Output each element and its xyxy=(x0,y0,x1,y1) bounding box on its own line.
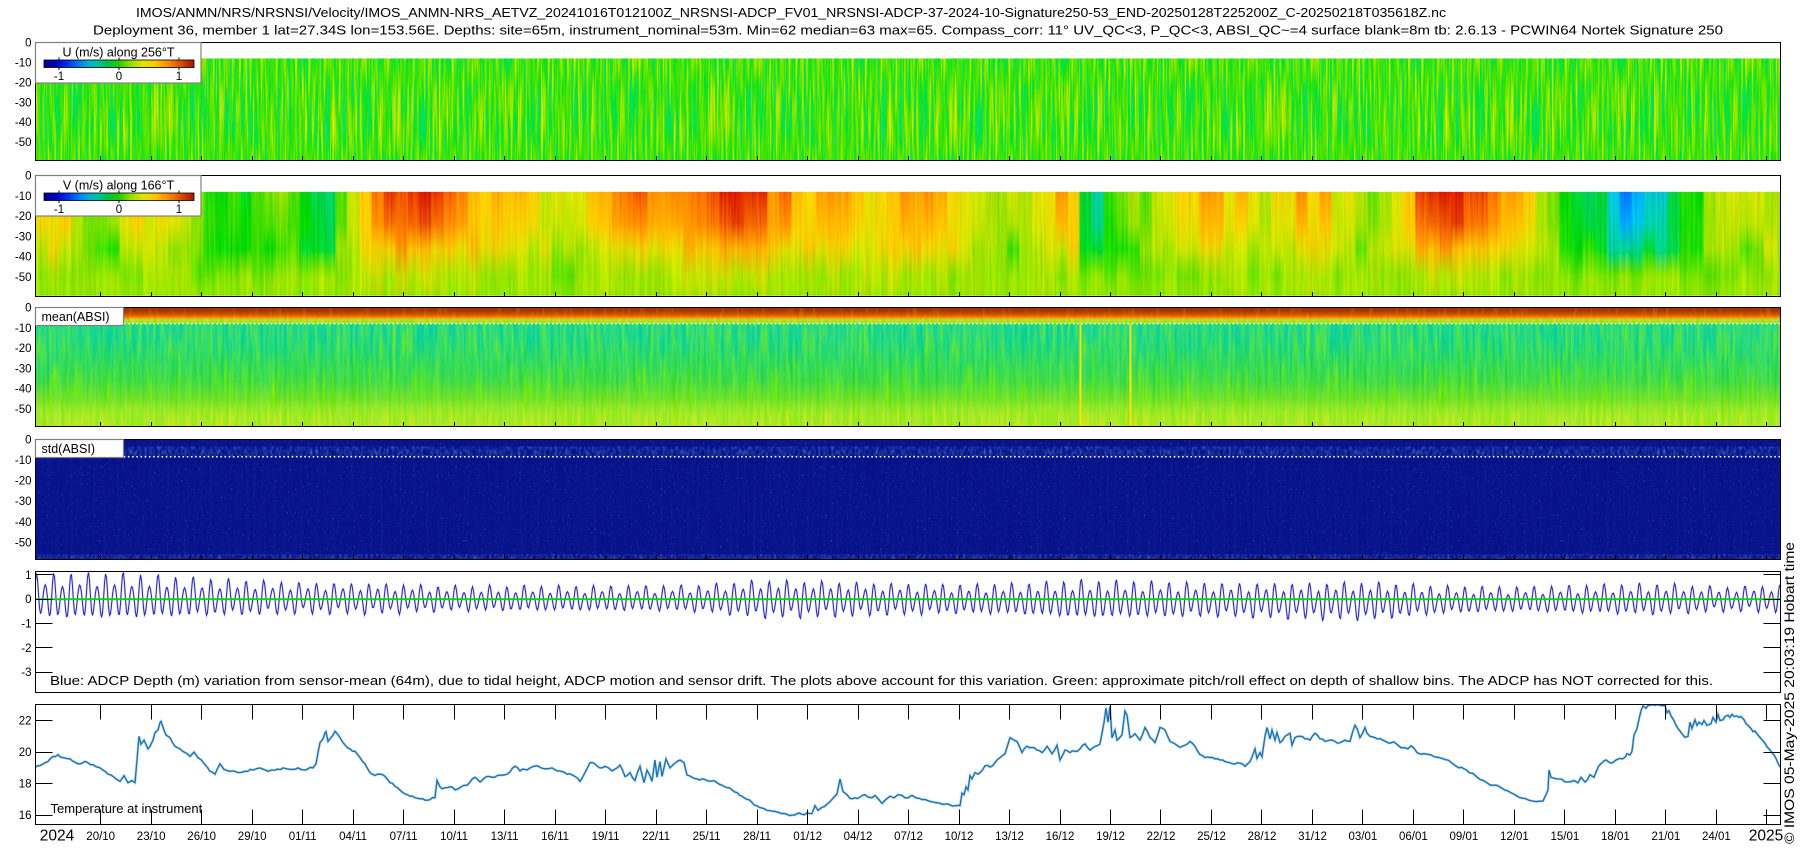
svg-text:04/11: 04/11 xyxy=(339,831,367,843)
svg-text:19/11: 19/11 xyxy=(592,831,620,843)
svg-text:01/11: 01/11 xyxy=(289,831,317,843)
svg-text:0: 0 xyxy=(116,204,122,216)
svg-text:-40: -40 xyxy=(15,517,32,529)
svg-text:-10: -10 xyxy=(15,455,32,467)
svg-text:1: 1 xyxy=(176,71,182,83)
svg-text:-1: -1 xyxy=(21,619,31,631)
svg-text:Deployment 36, member 1 lat=27: Deployment 36, member 1 lat=27.34S lon=1… xyxy=(93,23,1723,38)
svg-text:-50: -50 xyxy=(15,137,32,149)
svg-text:23/10: 23/10 xyxy=(137,831,166,843)
svg-text:-20: -20 xyxy=(15,211,32,223)
svg-text:15/01: 15/01 xyxy=(1551,831,1580,843)
svg-text:mean(ABSI): mean(ABSI) xyxy=(42,310,110,324)
svg-text:-1: -1 xyxy=(54,71,64,83)
svg-text:19/12: 19/12 xyxy=(1096,831,1125,843)
svg-text:std(ABSI): std(ABSI) xyxy=(42,442,96,456)
svg-text:13/11: 13/11 xyxy=(491,831,519,843)
svg-text:0: 0 xyxy=(25,303,31,315)
svg-text:0: 0 xyxy=(25,435,31,447)
svg-text:2024: 2024 xyxy=(40,828,75,845)
svg-text:10/11: 10/11 xyxy=(440,831,468,843)
svg-text:-10: -10 xyxy=(15,57,32,69)
svg-text:0: 0 xyxy=(116,71,122,83)
svg-text:29/10: 29/10 xyxy=(238,831,267,843)
svg-text:-40: -40 xyxy=(15,117,32,129)
svg-text:-20: -20 xyxy=(15,343,32,355)
svg-text:-3: -3 xyxy=(21,667,31,679)
svg-text:0: 0 xyxy=(25,38,31,50)
svg-text:1: 1 xyxy=(176,204,182,216)
svg-text:18/01: 18/01 xyxy=(1601,831,1630,843)
svg-text:16/12: 16/12 xyxy=(1046,831,1075,843)
svg-text:Blue: ADCP Depth (m) variation: Blue: ADCP Depth (m) variation from sens… xyxy=(50,673,1713,688)
svg-text:-30: -30 xyxy=(15,363,32,375)
svg-text:06/01: 06/01 xyxy=(1399,831,1428,843)
svg-text:-10: -10 xyxy=(15,323,32,335)
svg-text:-50: -50 xyxy=(15,537,32,549)
svg-text:31/12: 31/12 xyxy=(1298,831,1327,843)
svg-text:26/10: 26/10 xyxy=(187,831,216,843)
svg-text:22: 22 xyxy=(19,716,32,728)
svg-text:2025: 2025 xyxy=(1749,828,1783,845)
svg-text:28/12: 28/12 xyxy=(1248,831,1277,843)
svg-text:-40: -40 xyxy=(15,384,32,396)
svg-text:01/12: 01/12 xyxy=(793,831,822,843)
svg-text:20/10: 20/10 xyxy=(86,831,115,843)
svg-text:25/12: 25/12 xyxy=(1197,831,1226,843)
svg-text:22/12: 22/12 xyxy=(1147,831,1176,843)
svg-text:09/01: 09/01 xyxy=(1450,831,1479,843)
svg-text:-1: -1 xyxy=(54,204,64,216)
svg-text:07/12: 07/12 xyxy=(894,831,923,843)
svg-text:10/12: 10/12 xyxy=(945,831,974,843)
svg-text:03/01: 03/01 xyxy=(1349,831,1378,843)
svg-text:-40: -40 xyxy=(15,252,32,264)
svg-text:25/11: 25/11 xyxy=(693,831,721,843)
svg-text:12/01: 12/01 xyxy=(1500,831,1529,843)
svg-text:-50: -50 xyxy=(15,404,32,416)
svg-text:© IMOS 05-May-2025 20:03:19 Ho: © IMOS 05-May-2025 20:03:19 Hobart time xyxy=(1782,542,1797,844)
svg-text:V (m/s) along 166°T: V (m/s) along 166°T xyxy=(63,179,175,193)
svg-text:-2: -2 xyxy=(21,643,31,655)
svg-text:-20: -20 xyxy=(15,77,32,89)
svg-text:0: 0 xyxy=(25,594,31,606)
svg-text:21/01: 21/01 xyxy=(1652,831,1681,843)
svg-text:1: 1 xyxy=(25,570,31,582)
svg-text:-10: -10 xyxy=(15,191,32,203)
svg-text:07/11: 07/11 xyxy=(390,831,418,843)
svg-text:22/11: 22/11 xyxy=(642,831,670,843)
svg-text:13/12: 13/12 xyxy=(995,831,1024,843)
svg-text:16/11: 16/11 xyxy=(541,831,569,843)
svg-text:20: 20 xyxy=(19,747,32,759)
svg-text:IMOS/ANMN/NRS/NRSNSI/Velocity/: IMOS/ANMN/NRS/NRSNSI/Velocity/IMOS_ANMN-… xyxy=(136,5,1446,20)
svg-text:18: 18 xyxy=(19,779,32,791)
svg-text:-30: -30 xyxy=(15,97,32,109)
svg-text:Temperature at instrument: Temperature at instrument xyxy=(51,801,203,816)
svg-text:04/12: 04/12 xyxy=(844,831,873,843)
svg-text:-30: -30 xyxy=(15,231,32,243)
svg-text:U (m/s) along 256°T: U (m/s) along 256°T xyxy=(63,46,175,60)
svg-text:-30: -30 xyxy=(15,496,32,508)
svg-text:16: 16 xyxy=(19,810,32,822)
svg-text:-50: -50 xyxy=(15,272,32,284)
svg-text:-20: -20 xyxy=(15,476,32,488)
svg-text:24/01: 24/01 xyxy=(1702,831,1731,843)
svg-text:28/11: 28/11 xyxy=(743,831,771,843)
svg-text:0: 0 xyxy=(25,171,31,183)
